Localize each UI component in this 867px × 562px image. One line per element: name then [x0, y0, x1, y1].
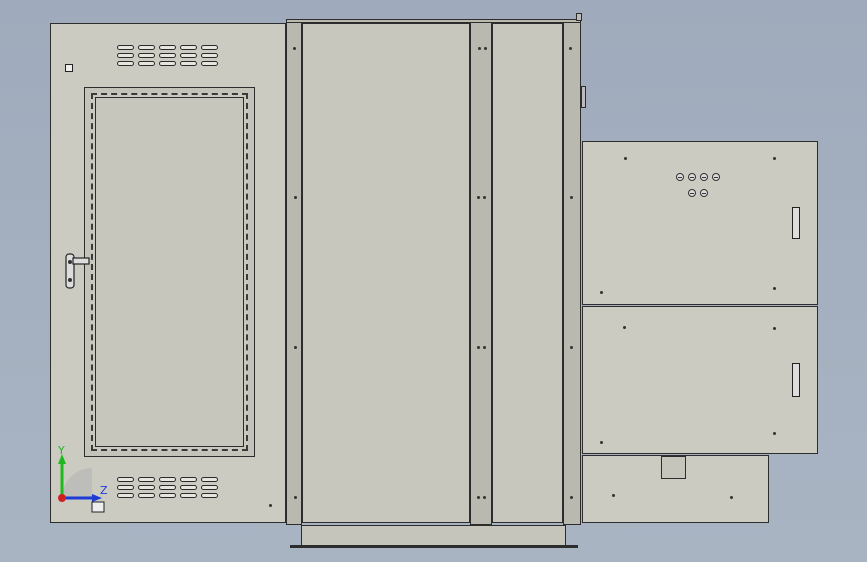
- center-mullion: [470, 20, 492, 525]
- top-vent-grille: [117, 45, 218, 66]
- y-axis-label: Y: [57, 444, 65, 457]
- left-hinge-post: [286, 20, 302, 525]
- door-window-inner: [95, 97, 244, 447]
- base-plinth: [301, 525, 566, 547]
- center-door-large[interactable]: [302, 23, 470, 523]
- z-axis-label: Z: [100, 484, 108, 497]
- post-cap: [576, 13, 582, 21]
- coordinate-triad: Y Z: [57, 444, 108, 513]
- indicator-square: [65, 64, 73, 72]
- middle-module-handle[interactable]: [792, 363, 800, 397]
- center-door-narrow[interactable]: [492, 23, 563, 523]
- lower-module-port: [661, 456, 686, 479]
- right-upper-module: [582, 141, 818, 305]
- latch-handle-icon[interactable]: [62, 250, 92, 292]
- side-hinge: [581, 86, 586, 108]
- bottom-vent-grille: [117, 477, 218, 498]
- right-middle-module: [582, 306, 818, 454]
- upper-module-handle[interactable]: [792, 207, 800, 239]
- right-hinge-post: [563, 20, 581, 525]
- base-plinth-edge: [290, 545, 578, 548]
